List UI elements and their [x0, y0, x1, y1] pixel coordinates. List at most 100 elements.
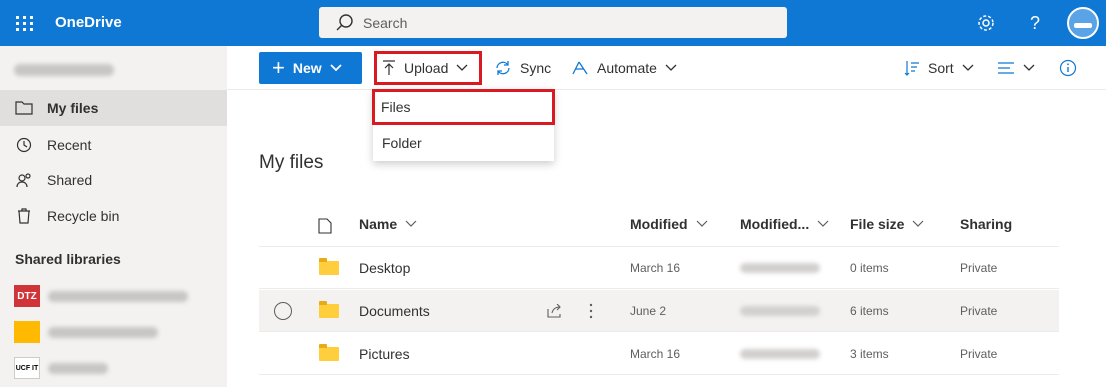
upload-icon: [382, 60, 396, 76]
help-icon[interactable]: ?: [1022, 10, 1048, 36]
table-row[interactable]: Documents June 2 6 items Private: [259, 290, 1059, 332]
modified-by-blurred: [740, 290, 820, 332]
modified-date: March 16: [630, 261, 681, 275]
upload-button[interactable]: Upload: [382, 52, 468, 84]
main-content: + New Upload Sync Automate Sort My files…: [227, 46, 1106, 387]
table-row[interactable]: Desktop March 16 0 items Private: [259, 247, 1059, 289]
sidebar-library-item[interactable]: [0, 314, 227, 350]
chevron-down-icon: [405, 220, 417, 228]
column-header-label: Sharing: [960, 216, 1013, 232]
automate-button-label: Automate: [597, 60, 657, 76]
sync-button-label: Sync: [520, 60, 552, 76]
file-name[interactable]: Desktop: [359, 247, 410, 289]
column-header-file-size[interactable]: File size: [850, 216, 924, 232]
history-icon: [14, 137, 34, 153]
app-launcher-waffle-icon[interactable]: [8, 8, 38, 38]
file-size: 3 items: [850, 347, 889, 361]
file-size: 6 items: [850, 304, 889, 318]
sidebar-item-shared[interactable]: Shared: [0, 162, 227, 198]
sort-icon: [904, 60, 920, 76]
automate-button[interactable]: Automate: [571, 52, 677, 84]
library-logo: [14, 321, 40, 343]
file-type-header-icon[interactable]: [318, 218, 332, 234]
user-name-blurred: [14, 64, 114, 76]
search-placeholder: Search: [363, 15, 408, 31]
sidebar-item-label: Recent: [47, 137, 92, 153]
sync-icon: [494, 60, 512, 76]
modified-date: March 16: [630, 347, 681, 361]
sidebar-item-label: My files: [47, 100, 99, 116]
column-header-label: Name: [359, 216, 398, 232]
file-name[interactable]: Documents: [359, 290, 430, 332]
sync-button[interactable]: Sync: [494, 52, 551, 84]
info-icon: [1059, 59, 1077, 77]
library-name-blurred: [48, 290, 188, 302]
column-header-sharing[interactable]: Sharing: [960, 216, 1012, 232]
info-button[interactable]: [1059, 52, 1085, 84]
new-button[interactable]: + New: [259, 52, 362, 84]
more-options-icon[interactable]: [589, 290, 593, 332]
column-header-modified[interactable]: Modified: [630, 216, 708, 232]
sidebar: My files Recent Shared Recycle bin Share…: [0, 46, 227, 387]
command-bar: + New Upload Sync Automate Sort: [227, 46, 1106, 90]
app-brand[interactable]: OneDrive: [55, 14, 122, 31]
sidebar-library-item[interactable]: DTZ: [0, 278, 227, 314]
search-icon: [335, 13, 355, 38]
library-logo: DTZ: [14, 285, 40, 307]
sharing-status: Private: [960, 261, 998, 275]
sidebar-item-label: Shared: [47, 172, 93, 188]
plus-icon: +: [272, 55, 285, 80]
folder-icon: [319, 290, 339, 332]
sidebar-library-item[interactable]: UCF IT: [0, 350, 227, 386]
chevron-down-icon: [456, 64, 468, 72]
sidebar-item-recent[interactable]: Recent: [0, 127, 227, 163]
folder-icon: [14, 101, 34, 115]
chevron-down-icon: [330, 64, 342, 72]
page-title: My files: [259, 152, 324, 173]
new-button-label: New: [292, 60, 322, 76]
upload-folder-menu-item[interactable]: Folder: [373, 125, 554, 161]
automate-icon: [571, 60, 589, 76]
column-header-label: Modified: [630, 216, 688, 232]
modified-by-blurred: [740, 333, 820, 375]
library-name-blurred: [48, 326, 158, 338]
search-box[interactable]: Search: [319, 7, 787, 38]
view-options-button[interactable]: [997, 52, 1035, 84]
folder-icon: [319, 333, 339, 375]
upload-button-label: Upload: [404, 60, 449, 76]
column-header-modified-by[interactable]: Modified...: [740, 216, 829, 232]
sort-button[interactable]: Sort: [904, 52, 974, 84]
chevron-down-icon: [1023, 64, 1035, 72]
list-view-icon: [997, 62, 1015, 74]
column-header-label: File size: [850, 216, 905, 232]
sidebar-item-label: Recycle bin: [47, 208, 120, 224]
top-bar: OneDrive Search ?: [0, 0, 1106, 46]
shared-icon: [14, 172, 34, 188]
chevron-down-icon: [912, 220, 924, 228]
sharing-status: Private: [960, 304, 998, 318]
avatar[interactable]: [1067, 7, 1099, 39]
upload-dropdown-menu: Files Folder: [372, 89, 555, 161]
settings-gear-icon[interactable]: [973, 10, 999, 36]
folder-icon: [319, 247, 339, 289]
file-size: 0 items: [850, 261, 889, 275]
chevron-down-icon: [962, 64, 974, 72]
share-icon[interactable]: [547, 290, 563, 332]
recycle-bin-icon: [14, 208, 34, 224]
column-header-name[interactable]: Name: [359, 216, 417, 232]
table-row[interactable]: Pictures March 16 3 items Private: [259, 333, 1059, 375]
modified-date: June 2: [630, 304, 667, 318]
chevron-down-icon: [665, 64, 677, 72]
upload-files-menu-item[interactable]: Files: [372, 89, 555, 125]
library-name-blurred: [48, 362, 108, 374]
sidebar-item-recycle-bin[interactable]: Recycle bin: [0, 198, 227, 234]
row-select-radio[interactable]: [274, 290, 292, 332]
library-logo: UCF IT: [14, 357, 40, 379]
sidebar-item-my-files[interactable]: My files: [0, 90, 227, 126]
file-name[interactable]: Pictures: [359, 333, 410, 375]
shared-libraries-heading: Shared libraries: [15, 251, 121, 267]
column-header-label: Modified...: [740, 216, 810, 232]
chevron-down-icon: [817, 220, 829, 228]
sort-button-label: Sort: [928, 60, 954, 76]
chevron-down-icon: [696, 220, 708, 228]
